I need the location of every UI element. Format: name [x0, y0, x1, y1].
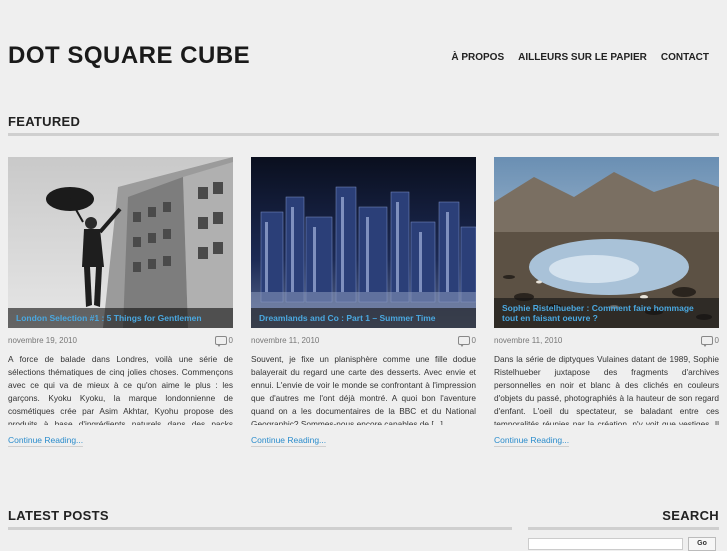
post-excerpt-2: Souvent, je fixe un planisphère comme un…: [251, 354, 476, 425]
search-button[interactable]: Go: [688, 537, 716, 551]
comment-count-1: 0: [228, 336, 233, 345]
comment-link-1[interactable]: 0: [214, 336, 233, 347]
main-nav: À PROPOS AILLEURS SUR LE PAPIER CONTACT: [451, 52, 709, 63]
post-excerpt-3: Dans la série de diptyques Vulaines data…: [494, 354, 719, 425]
featured-card-3: Sophie Ristelhueber : Comment faire homm…: [494, 157, 719, 448]
featured-heading: FEATURED: [8, 114, 81, 129]
post-thumbnail-2[interactable]: Dreamlands and Co : Part 1 – Summer Time: [251, 157, 476, 328]
search-input[interactable]: [528, 538, 683, 550]
post-title-3[interactable]: Sophie Ristelhueber : Comment faire homm…: [494, 297, 719, 328]
search-heading: SEARCH: [662, 508, 719, 523]
featured-divider: [8, 133, 719, 136]
post-meta-3: novembre 11, 2010 0: [494, 336, 719, 347]
site-title[interactable]: DOT SQUARE CUBE: [8, 42, 250, 70]
comment-count-2: 0: [471, 336, 476, 345]
post-date-1: novembre 19, 2010: [8, 336, 77, 345]
post-excerpt-1: A force de balade dans Londres, voilà un…: [8, 354, 233, 425]
post-thumbnail-3[interactable]: Sophie Ristelhueber : Comment faire homm…: [494, 157, 719, 328]
nav-item-ailleurs[interactable]: AILLEURS SUR LE PAPIER: [518, 52, 647, 63]
post-thumbnail-1[interactable]: London Selection #1 : 5 Things for Gentl…: [8, 157, 233, 328]
comment-icon: [214, 336, 227, 347]
continue-reading-link-1[interactable]: Continue Reading...: [8, 435, 84, 447]
comment-link-2[interactable]: 0: [457, 336, 476, 347]
comment-icon: [700, 336, 713, 347]
post-title-1[interactable]: London Selection #1 : 5 Things for Gentl…: [8, 307, 233, 328]
continue-reading-link-3[interactable]: Continue Reading...: [494, 435, 570, 447]
post-date-3: novembre 11, 2010: [494, 336, 563, 345]
post-date-2: novembre 11, 2010: [251, 336, 320, 345]
search-divider: [528, 527, 719, 530]
nav-item-contact[interactable]: CONTACT: [661, 52, 709, 63]
post-meta-2: novembre 11, 2010 0: [251, 336, 476, 347]
london-image: [8, 157, 233, 328]
continue-reading-link-2[interactable]: Continue Reading...: [251, 435, 327, 447]
post-title-2[interactable]: Dreamlands and Co : Part 1 – Summer Time: [251, 307, 476, 328]
post-meta-1: novembre 19, 2010 0: [8, 336, 233, 347]
nav-item-a-propos[interactable]: À PROPOS: [451, 52, 504, 63]
featured-card-1: London Selection #1 : 5 Things for Gentl…: [8, 157, 233, 448]
latest-posts-heading: LATEST POSTS: [8, 508, 109, 523]
latest-posts-divider: [8, 527, 512, 530]
featured-card-2: Dreamlands and Co : Part 1 – Summer Time…: [251, 157, 476, 448]
comment-icon: [457, 336, 470, 347]
comment-count-3: 0: [714, 336, 719, 345]
cityscape-image: [251, 157, 476, 328]
comment-link-3[interactable]: 0: [700, 336, 719, 347]
